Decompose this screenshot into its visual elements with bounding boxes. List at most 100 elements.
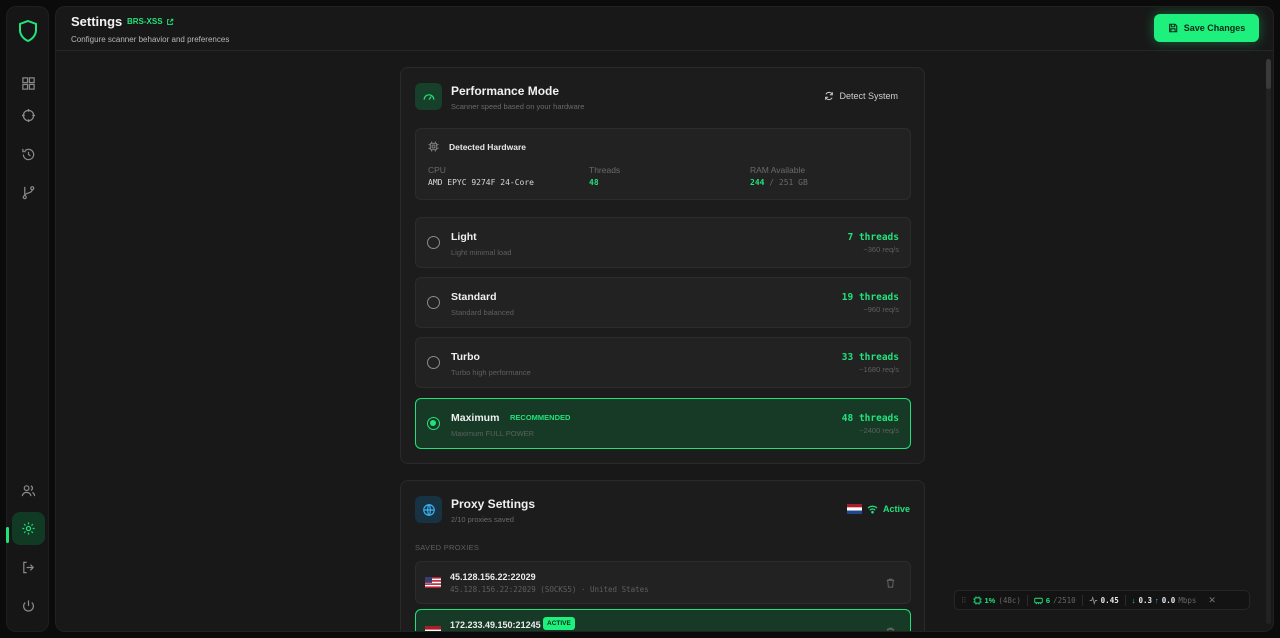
proxy-title: Proxy Settings (451, 497, 536, 511)
sidebar-item-logout[interactable] (12, 551, 45, 584)
active-indicator (6, 527, 9, 543)
performance-title: Performance Mode (451, 84, 560, 98)
save-button[interactable]: Save Changes (1154, 14, 1259, 42)
mode-threads: 19 threads (841, 292, 899, 303)
proxy-address: 172.233.49.150:21245 (450, 620, 541, 630)
net-unit: Mbps (1178, 595, 1197, 605)
mode-radio-selected[interactable] (427, 417, 440, 430)
proxy-item-active[interactable]: 172.233.49.150:21245 ACTIVE (415, 609, 911, 632)
mode-option-standard[interactable]: Standard Standard balanced 19 threads ~9… (415, 277, 911, 328)
sidebar-item-power[interactable] (12, 590, 45, 623)
scrollbar[interactable] (1266, 59, 1271, 624)
mode-desc: Standard balanced (451, 308, 514, 317)
mode-radio[interactable] (427, 296, 440, 309)
proxy-item[interactable]: 45.128.156.22:22029 45.128.156.22:22029 … (415, 561, 911, 604)
mode-desc: Maximum FULL POWER (451, 429, 535, 438)
mode-name: Turbo (451, 351, 480, 363)
network-usage: ↓ 0.3 ↑ 0.0 Mbps (1132, 596, 1197, 605)
ram-label: RAM Available (750, 165, 806, 175)
sidebar-item-history[interactable] (12, 138, 45, 171)
threads-value: 48 (589, 178, 599, 187)
cpu-usage: 1% (48c) (972, 595, 1021, 605)
users-icon (21, 485, 36, 497)
save-button-label: Save Changes (1183, 23, 1246, 33)
divider (1124, 594, 1126, 606)
nl-flag-icon (425, 626, 441, 631)
sidebar (6, 6, 49, 632)
crosshair-icon (21, 108, 36, 123)
memory-usage: 6 /2510 (1034, 596, 1076, 605)
detect-system-label: Detect System (839, 91, 898, 101)
mode-option-turbo[interactable]: Turbo Turbo high performance 33 threads … (415, 337, 911, 388)
cpu-label: CPU (428, 165, 446, 175)
mode-threads: 7 threads (847, 232, 899, 243)
net-down: 0.3 (1138, 595, 1153, 605)
mode-radio[interactable] (427, 356, 440, 369)
us-flag-icon (425, 577, 441, 588)
activity-icon (1089, 595, 1097, 605)
mode-threads: 48 threads (841, 413, 899, 424)
load-value: 0.45 (1100, 595, 1119, 605)
active-badge: ACTIVE (543, 617, 575, 630)
detect-system-button[interactable]: Detect System (824, 91, 898, 101)
project-tag-label: BRS-XSS (127, 17, 163, 26)
sidebar-item-dashboard[interactable] (12, 67, 45, 100)
mode-option-light[interactable]: Light Light minimal load 7 threads ~360 … (415, 217, 911, 268)
gauge-icon (423, 93, 434, 100)
system-status-bar: ⠿ 1% (48c) 6 /2510 0.45 ↓ 0.3 ↑ 0.0 Mbps… (954, 590, 1250, 610)
globe-icon-tile (415, 496, 442, 523)
wifi-icon (867, 505, 878, 514)
mode-name: Light (451, 231, 477, 243)
mode-req-rate: ~2400 req/s (859, 426, 899, 435)
proxy-status-label: Active (882, 504, 910, 514)
main-panel: Settings BRS-XSS Configure scanner behav… (55, 6, 1274, 632)
proxy-card: Proxy Settings 2/10 proxies saved Active… (400, 480, 925, 632)
trash-icon[interactable] (885, 626, 896, 632)
mode-name: Maximum (451, 412, 500, 424)
sidebar-item-scan[interactable] (12, 99, 45, 132)
page-subtitle: Configure scanner behavior and preferenc… (71, 35, 230, 44)
page-title: Settings (71, 14, 123, 29)
refresh-icon (825, 91, 834, 101)
sidebar-item-settings[interactable] (12, 512, 45, 545)
memory-total: /2510 (1053, 595, 1076, 605)
scrollbar-thumb[interactable] (1266, 59, 1271, 89)
page-header: Settings BRS-XSS Configure scanner behav… (56, 7, 1273, 51)
threads-label: Threads (589, 165, 621, 175)
shield-logo-icon[interactable] (16, 19, 40, 43)
proxy-subtitle: 2/10 proxies saved (451, 515, 514, 524)
ram-available: 244 (750, 178, 765, 187)
cpu-chip-icon (972, 595, 982, 605)
performance-subtitle: Scanner speed based on your hardware (451, 102, 585, 111)
mode-radio[interactable] (427, 236, 440, 249)
sidebar-item-users[interactable] (12, 474, 45, 507)
mode-req-rate: ~360 req/s (863, 245, 899, 254)
nl-flag-icon (846, 504, 862, 514)
gauge-icon-tile (415, 83, 442, 110)
proxy-address: 45.128.156.22:22029 (450, 572, 536, 582)
hardware-box: Detected Hardware CPU AMD EPYC 9274F 24-… (415, 128, 911, 200)
mode-req-rate: ~960 req/s (863, 305, 899, 314)
sidebar-item-branches[interactable] (12, 176, 45, 209)
logout-icon (23, 561, 35, 574)
gear-icon (22, 522, 35, 535)
mode-option-maximum[interactable]: Maximum RECOMMENDED Maximum FULL POWER 4… (415, 398, 911, 449)
saved-proxies-label: SAVED PROXIES (415, 543, 480, 552)
trash-icon[interactable] (885, 577, 896, 589)
proxy-details: 45.128.156.22:22029 (SOCKS5) · United St… (450, 585, 649, 594)
grid-icon (22, 77, 35, 90)
load-average: 0.45 (1089, 595, 1119, 605)
divider (1026, 594, 1028, 606)
cpu-percent: 1% (984, 595, 996, 605)
project-tag[interactable]: BRS-XSS (127, 17, 174, 26)
cpu-icon (428, 141, 439, 152)
drag-handle-icon[interactable]: ⠿ (961, 596, 967, 605)
history-icon (22, 148, 35, 161)
external-link-icon (166, 18, 173, 25)
memory-icon (1034, 597, 1043, 604)
close-icon[interactable]: ✕ (1208, 595, 1216, 606)
arrow-down-icon: ↓ (1131, 595, 1136, 605)
arrow-up-icon: ↑ (1155, 595, 1159, 605)
mode-name: Standard (451, 291, 497, 303)
power-icon (23, 600, 34, 612)
